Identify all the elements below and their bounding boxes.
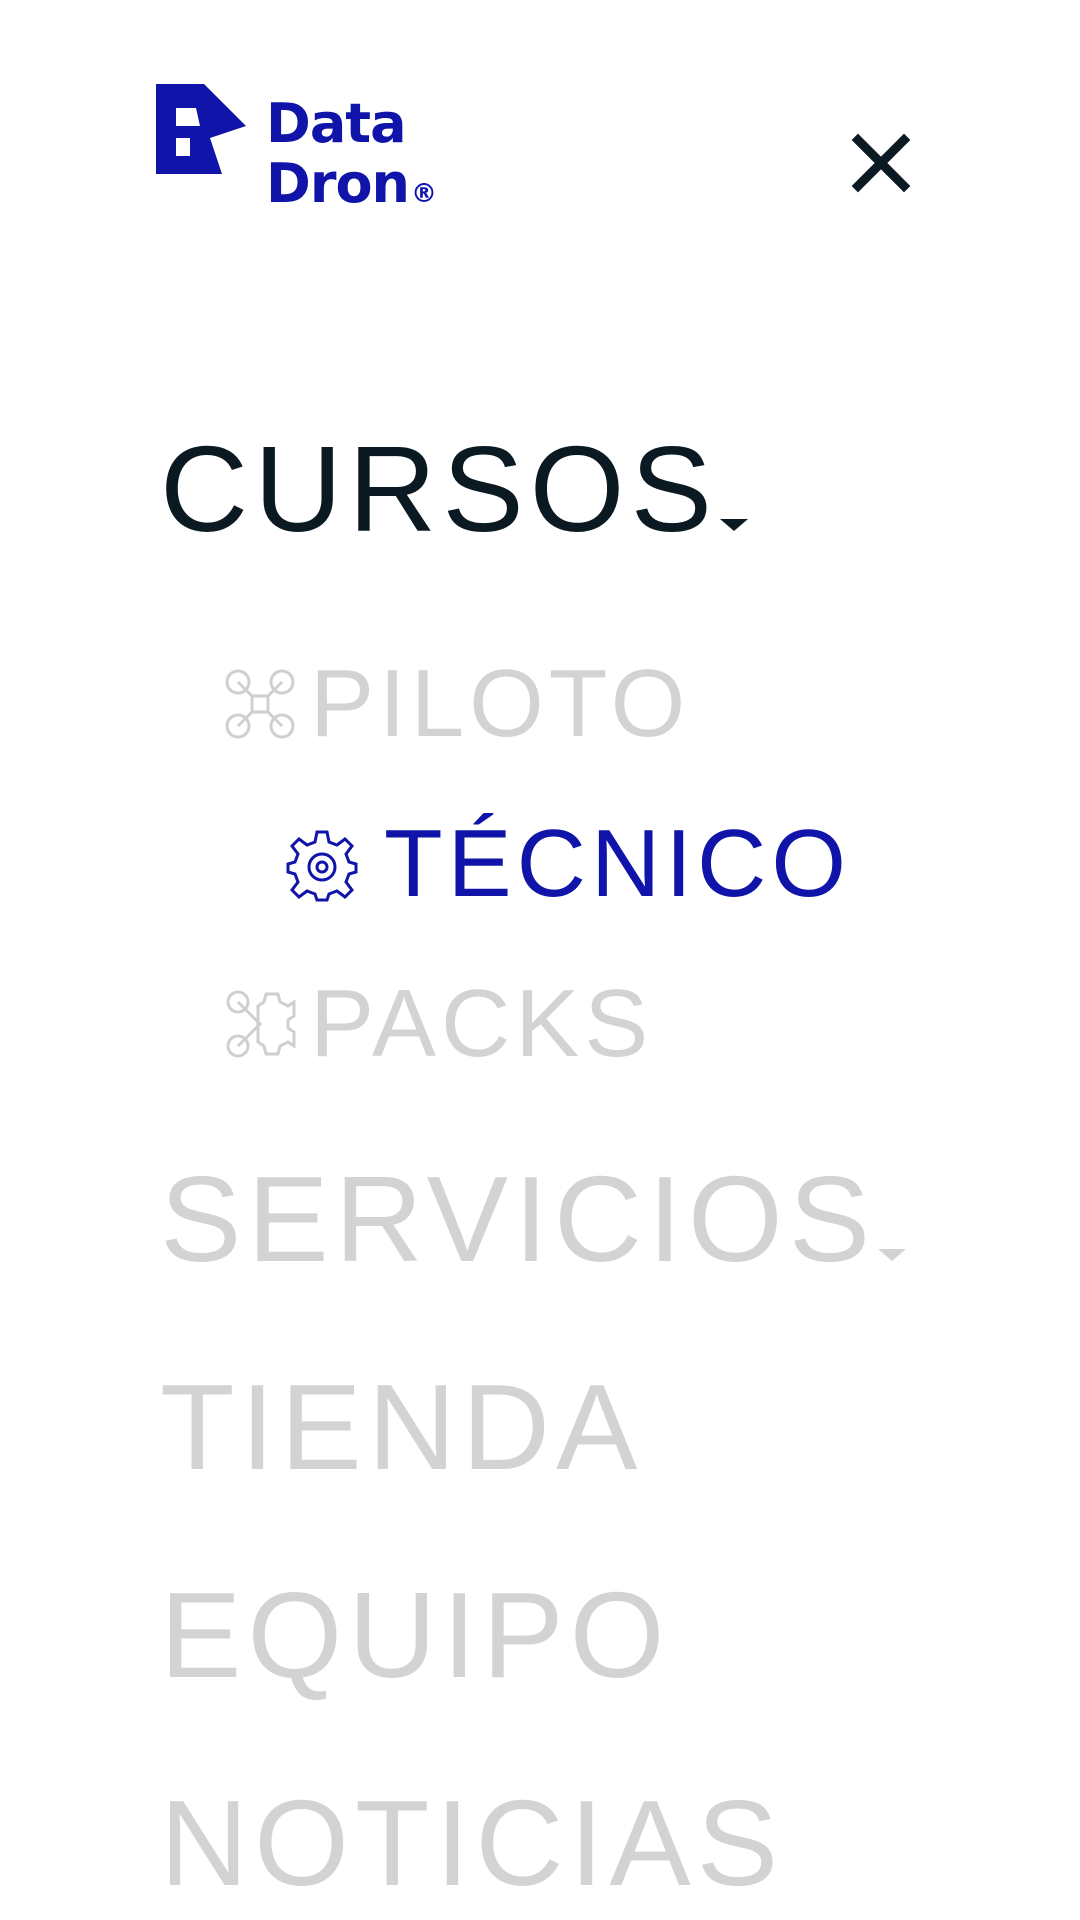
nav-item-servicios[interactable]: SERVICIOS bbox=[160, 1151, 907, 1287]
nav-item-cursos-label: CURSOS bbox=[160, 421, 718, 557]
brand-name-line1: Data bbox=[266, 92, 407, 155]
nav-item-noticias[interactable]: NOTICIAS bbox=[160, 1778, 784, 1908]
submenu-item-piloto[interactable]: PILOTO bbox=[222, 652, 690, 756]
brand-name-line2: Dron® bbox=[266, 152, 437, 224]
brand-name-line2-text: Dron bbox=[266, 152, 410, 215]
datadron-logo-icon bbox=[156, 84, 246, 174]
nav-item-noticias-label: NOTICIAS bbox=[160, 1775, 785, 1911]
nav-item-servicios-label: SERVICIOS bbox=[160, 1151, 877, 1287]
registered-mark: ® bbox=[411, 179, 437, 209]
nav-item-tienda[interactable]: TIENDA bbox=[160, 1362, 643, 1492]
close-menu-button[interactable] bbox=[846, 128, 916, 198]
brand-logo[interactable]: Data Dron® bbox=[152, 80, 437, 224]
drone-gear-icon bbox=[226, 990, 296, 1058]
close-icon bbox=[851, 133, 911, 193]
submenu-item-tecnico[interactable]: TÉCNICO bbox=[284, 812, 851, 916]
drone-icon bbox=[225, 669, 295, 739]
nav-item-cursos[interactable]: CURSOS bbox=[160, 424, 748, 554]
nav-item-tienda-label: TIENDA bbox=[160, 1359, 644, 1495]
brand-name: Data Dron® bbox=[266, 92, 437, 224]
gear-icon bbox=[286, 830, 358, 902]
submenu-item-packs-label: PACKS bbox=[310, 970, 654, 1077]
submenu-item-tecnico-label: TÉCNICO bbox=[384, 810, 851, 917]
submenu-item-packs[interactable]: PACKS bbox=[222, 972, 653, 1076]
caret-down-icon bbox=[878, 1249, 907, 1261]
submenu-item-piloto-label: PILOTO bbox=[310, 650, 691, 757]
caret-down-icon bbox=[719, 519, 748, 531]
nav-item-equipo[interactable]: EQUIPO bbox=[160, 1570, 671, 1700]
nav-item-equipo-label: EQUIPO bbox=[160, 1567, 671, 1703]
